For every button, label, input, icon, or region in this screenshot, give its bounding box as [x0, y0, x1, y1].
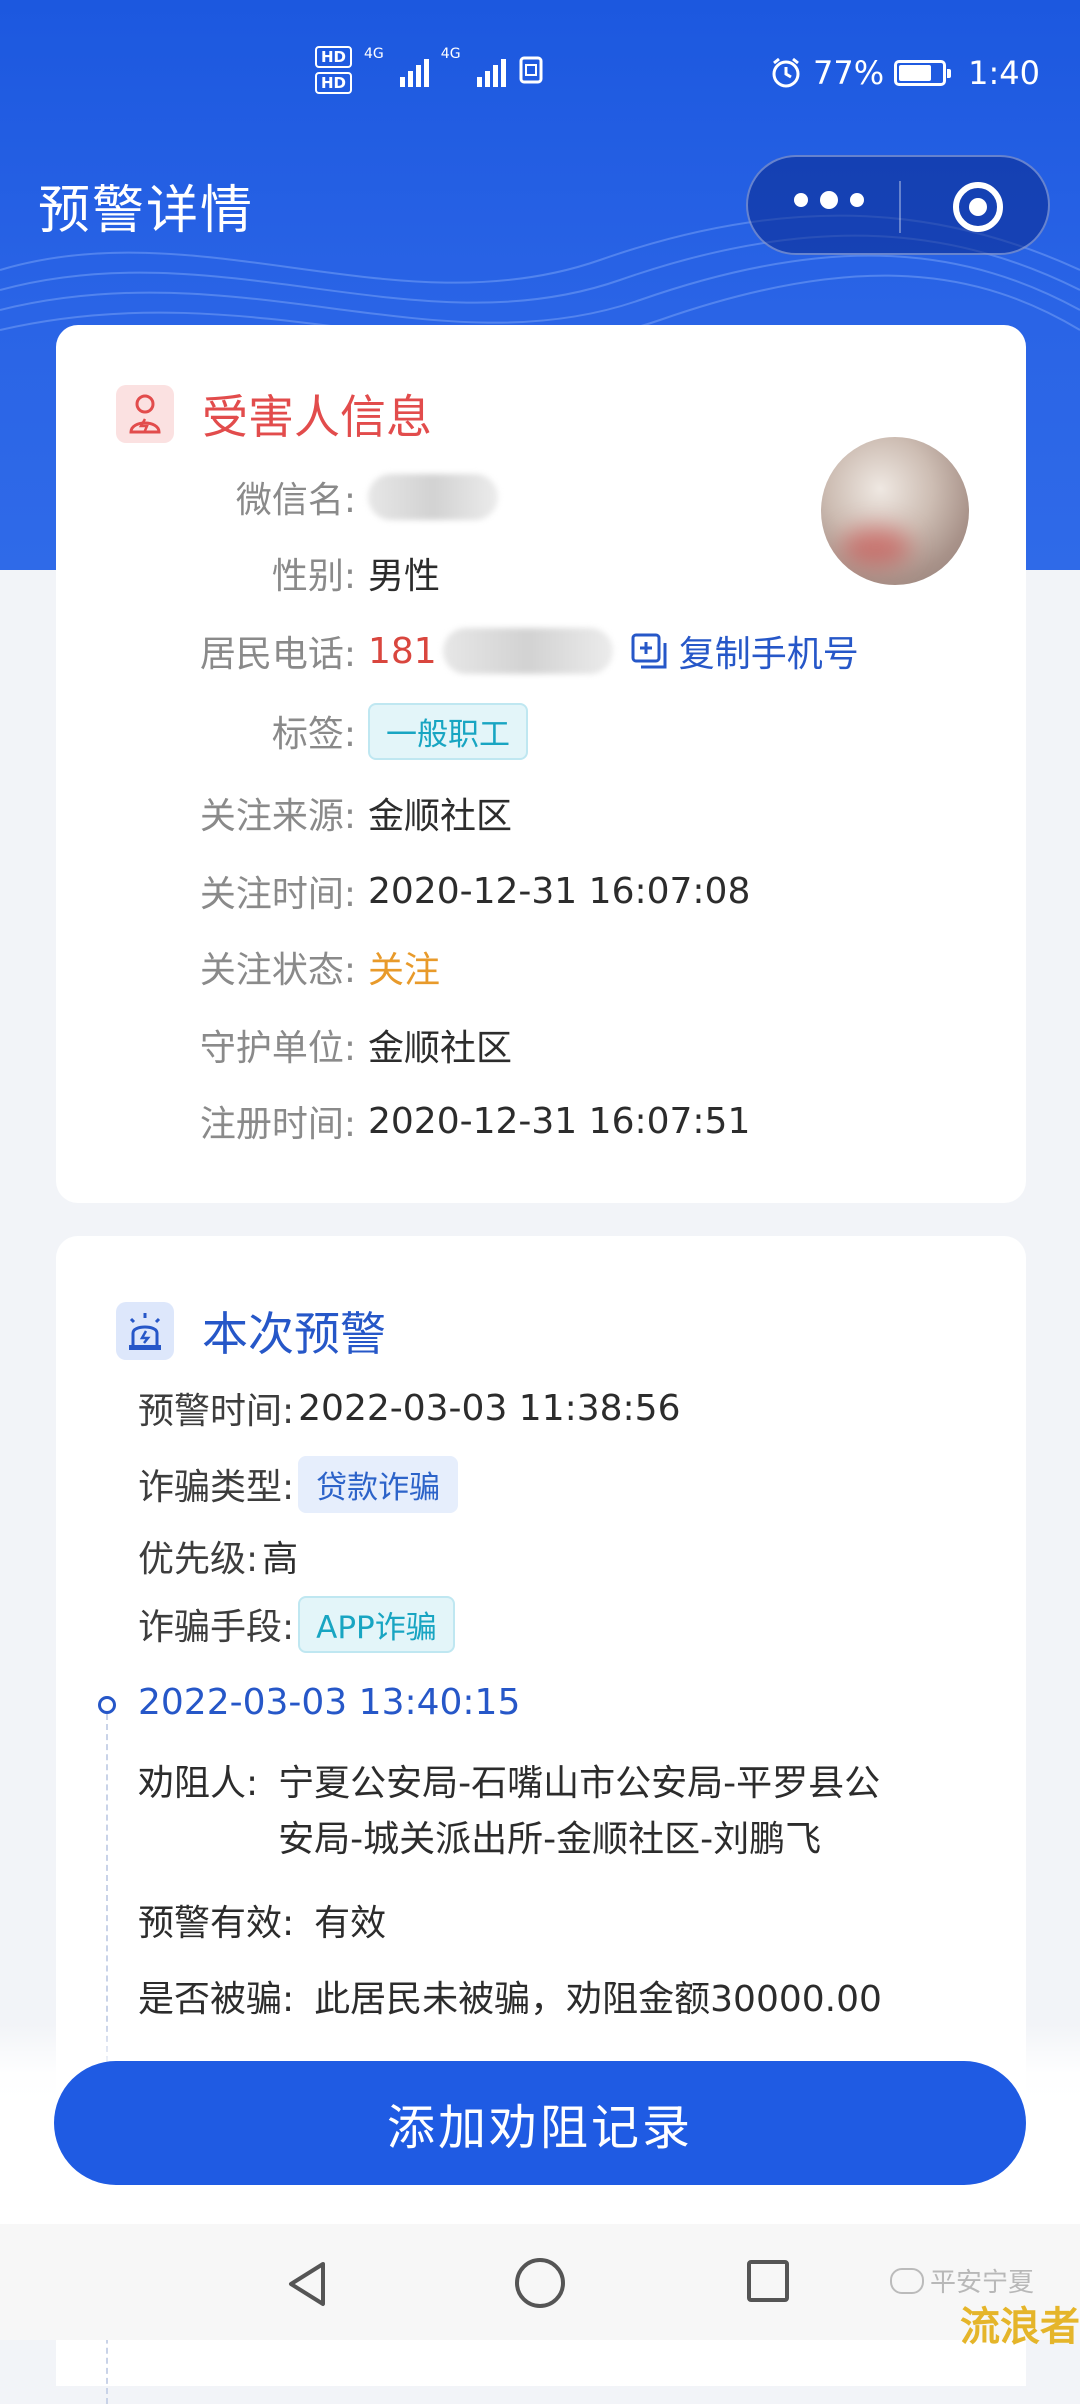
capsule-divider — [899, 181, 901, 233]
copy-icon — [631, 633, 667, 669]
row-persuader: 劝阻人: 宁夏公安局-石嘴山市公安局-平罗县公 安局-城关派出所-金顺社区-刘鹏… — [138, 1756, 880, 1868]
wechat-icon — [890, 2267, 924, 2294]
row-deceived: 是否被骗: 此居民未被骗，劝阻金额30000.00 — [138, 1972, 882, 2028]
phone-label: 居民电话: — [199, 634, 356, 675]
network-label-2: 4G — [440, 46, 461, 62]
register-time-label: 注册时间: — [199, 1104, 356, 1145]
home-icon[interactable] — [515, 2258, 565, 2308]
fraud-type-label: 诈骗类型: — [138, 1467, 295, 1508]
victim-info-card: 受害人信息 微信名: 性别: 男性 居民电话: 181 复制手机号 标签: 一般… — [56, 325, 1026, 1203]
source-label: 关注来源: — [199, 796, 356, 837]
register-time-value: 2020-12-31 16:07:51 — [368, 1100, 751, 1142]
gender-label: 性别: — [271, 556, 356, 597]
persuader-label: 劝阻人: — [138, 1763, 259, 1804]
gender-value: 男性 — [368, 556, 441, 597]
sim-card-icon — [519, 56, 543, 84]
battery-icon — [894, 60, 952, 86]
row-guard-unit: 守护单位: 金顺社区 — [56, 1015, 512, 1075]
row-follow-time: 关注时间: 2020-12-31 16:07:08 — [56, 861, 750, 921]
phone-prefix: 181 — [368, 630, 437, 672]
wechat-blurred — [368, 474, 498, 520]
persuader-value: 宁夏公安局-石嘴山市公安局-平罗县公 安局-城关派出所-金顺社区-刘鹏飞 — [278, 1756, 880, 1868]
hd-badge-1: HD — [315, 46, 353, 68]
row-alert-time: 预警时间: 2022-03-03 11:38:56 — [138, 1378, 680, 1438]
page-title: 预警详情 — [38, 181, 255, 241]
deceived-value: 此居民未被骗，劝阻金额30000.00 — [314, 1979, 882, 2020]
close-target-icon[interactable] — [950, 179, 1006, 235]
row-priority: 优先级: 高 — [138, 1526, 298, 1586]
row-wechat: 微信名: — [56, 467, 498, 527]
persuader-line-1: 宁夏公安局-石嘴山市公安局-平罗县公 — [278, 1763, 881, 1804]
method-chip: APP诈骗 — [298, 1595, 455, 1653]
recent-apps-icon[interactable] — [747, 2260, 789, 2302]
wechat-value — [368, 474, 498, 520]
victim-section-title: 受害人信息 — [202, 390, 432, 444]
row-fraud-type: 诈骗类型: 贷款诈骗 — [138, 1454, 459, 1514]
clock-time: 1:40 — [968, 54, 1040, 92]
method-value: APP诈骗 — [298, 1595, 455, 1653]
alert-time-label: 预警时间: — [138, 1391, 295, 1432]
timeline-dot — [98, 1696, 116, 1714]
hd-badge-2: HD — [315, 72, 353, 94]
more-button[interactable] — [794, 191, 864, 209]
victim-section-header: 受害人信息 — [116, 381, 432, 447]
row-register-time: 注册时间: 2020-12-31 16:07:51 — [56, 1091, 750, 1151]
watermark-text-2: 流浪者 — [960, 2304, 1080, 2350]
battery-fill — [899, 65, 931, 81]
valid-label: 预警有效: — [138, 1903, 295, 1944]
copy-phone-label: 复制手机号 — [678, 634, 859, 675]
source-value: 金顺社区 — [368, 796, 513, 837]
status-bar: HD HD 4G 4G 77% 1:40 — [0, 40, 1080, 120]
alert-section-title: 本次预警 — [202, 1307, 386, 1361]
phone-value: 181 复制手机号 — [368, 625, 859, 677]
hd-indicators: HD HD — [315, 46, 353, 94]
timeline-time: 2022-03-03 13:40:15 — [138, 1682, 521, 1723]
row-tag: 标签: 一般职工 — [56, 701, 528, 761]
follow-time-value: 2020-12-31 16:07:08 — [368, 870, 751, 912]
status-right: 77% 1:40 — [769, 54, 1040, 92]
follow-time-label: 关注时间: — [199, 874, 356, 915]
persuader-line-2: 安局-城关派出所-金顺社区-刘鹏飞 — [278, 1819, 822, 1860]
user-shield-icon — [116, 385, 174, 443]
deceived-label: 是否被骗: — [138, 1979, 295, 2020]
status-left: HD HD 4G 4G — [315, 46, 544, 94]
row-gender: 性别: 男性 — [56, 543, 440, 603]
alert-section-header: 本次预警 — [116, 1298, 386, 1364]
follow-status-label: 关注状态: — [199, 950, 356, 991]
signal-icon-2 — [476, 53, 506, 87]
network-label-1: 4G — [364, 46, 384, 62]
menu-capsule — [746, 155, 1050, 255]
copy-phone-button[interactable]: 复制手机号 — [629, 625, 859, 677]
avatar — [821, 437, 969, 585]
tag-value: 一般职工 — [368, 702, 528, 760]
valid-value: 有效 — [314, 1903, 387, 1944]
alert-time-value: 2022-03-03 11:38:56 — [298, 1387, 681, 1429]
alarm-clock-icon — [772, 57, 800, 88]
siren-icon — [116, 1302, 174, 1360]
battery-percent: 77% — [813, 54, 885, 92]
row-valid: 预警有效: 有效 — [138, 1896, 386, 1952]
priority-label: 优先级: — [138, 1539, 259, 1580]
guard-unit-label: 守护单位: — [199, 1028, 356, 1069]
add-persuasion-record-button[interactable]: 添加劝阻记录 — [54, 2061, 1026, 2185]
follow-status-value: 关注 — [368, 950, 441, 991]
priority-value: 高 — [262, 1539, 299, 1580]
row-method: 诈骗手段: APP诈骗 — [138, 1594, 455, 1654]
tag-chip: 一般职工 — [368, 702, 528, 760]
fraud-type-chip: 贷款诈骗 — [298, 1455, 459, 1513]
wechat-label: 微信名: — [235, 480, 356, 521]
fraud-type-value: 贷款诈骗 — [298, 1455, 459, 1513]
guard-unit-value: 金顺社区 — [368, 1028, 513, 1069]
method-label: 诈骗手段: — [138, 1607, 295, 1648]
back-icon[interactable] — [283, 2258, 333, 2310]
row-phone: 居民电话: 181 复制手机号 — [56, 621, 859, 681]
phone-blurred — [442, 628, 613, 674]
row-source: 关注来源: 金顺社区 — [56, 783, 512, 843]
tag-label: 标签: — [271, 714, 356, 755]
row-follow-status: 关注状态: 关注 — [56, 937, 440, 997]
signal-icon-1 — [399, 53, 429, 87]
